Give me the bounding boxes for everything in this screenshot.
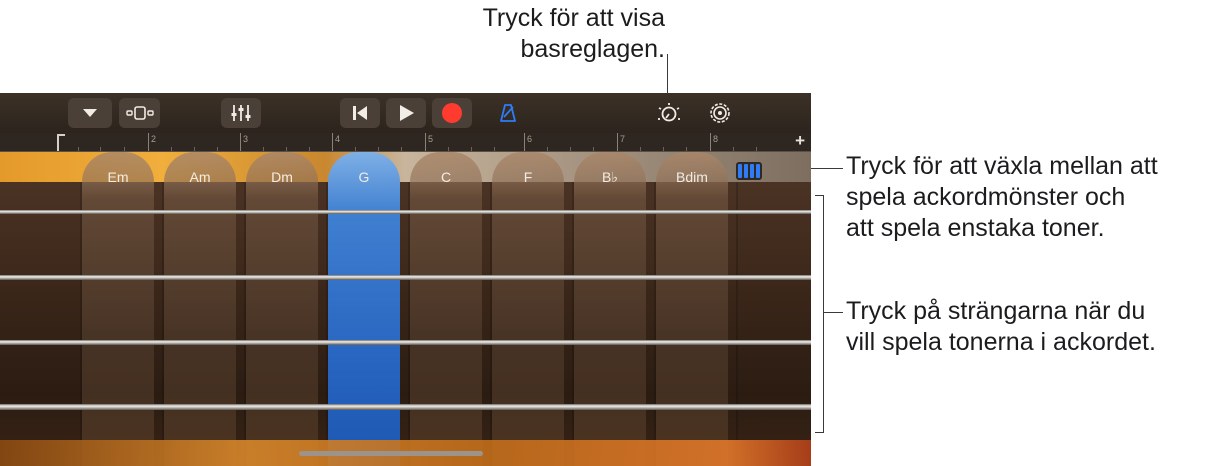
- chord-label: C: [440, 169, 452, 185]
- ruler-bar-tick: [425, 133, 426, 152]
- settings-button[interactable]: [702, 98, 738, 128]
- ruler-bar-tick: [332, 133, 333, 152]
- chord-strip-am[interactable]: Am: [164, 152, 236, 466]
- callout-line: att spela enstaka toner.: [846, 214, 1105, 242]
- view-toggle-button[interactable]: [119, 98, 160, 128]
- bass-neck[interactable]: Em Am Dm G C F B♭ Bdim: [0, 152, 811, 466]
- callout-line: vill spela tonerna i ackordet.: [846, 328, 1156, 356]
- chord-strip-dm[interactable]: Dm: [246, 152, 318, 466]
- ruler-bar-number: 3: [243, 134, 249, 144]
- chord-label: G: [358, 169, 370, 185]
- chord-label: Am: [189, 169, 211, 185]
- playhead-marker[interactable]: [57, 134, 65, 151]
- bass-string-1[interactable]: [0, 404, 811, 410]
- chord-label: Bdim: [676, 169, 708, 185]
- chord-label: F: [523, 169, 533, 185]
- skip-back-icon: [351, 104, 369, 122]
- toggle-bar: [750, 164, 754, 178]
- ruler-bar-number: 2: [151, 134, 157, 144]
- garageband-bass-app: 2 3 4 5 6 7 8 + Em Am Dm G C F B♭ Bdim: [0, 93, 811, 466]
- chord-label: Em: [107, 169, 129, 185]
- settings-icon: [708, 101, 732, 125]
- mixer-icon: [230, 103, 252, 123]
- ruler-bar-number: 7: [620, 134, 626, 144]
- ruler-bar-number: 6: [527, 134, 533, 144]
- callout-line: Tryck på strängarna när du: [846, 297, 1146, 325]
- chord-strip-f[interactable]: F: [492, 152, 564, 466]
- metronome-icon: [498, 103, 518, 123]
- bracket-line: [815, 432, 824, 433]
- toggle-bar: [744, 164, 748, 178]
- callout-line: Tryck för att visa: [482, 4, 665, 32]
- mixer-button[interactable]: [221, 98, 261, 128]
- chord-strip-bb[interactable]: B♭: [574, 152, 646, 466]
- callout-line: spela ackordmönster och: [846, 183, 1126, 211]
- play-button[interactable]: [386, 98, 426, 128]
- bass-string-4[interactable]: [0, 210, 811, 214]
- ruler-bar-number: 8: [713, 134, 719, 144]
- ruler-bar-number: 5: [428, 134, 434, 144]
- chord-label: B♭: [602, 169, 618, 185]
- metronome-button[interactable]: [490, 98, 526, 128]
- bracket-line: [815, 195, 824, 196]
- toggle-bar: [738, 164, 742, 178]
- dropdown-icon: [82, 108, 98, 118]
- ruler-bar-tick: [710, 133, 711, 152]
- chord-strip-c[interactable]: C: [410, 152, 482, 466]
- bracket-line: [823, 195, 824, 433]
- callout-bass-controls: Tryck för att visa basreglagen.: [380, 3, 665, 65]
- ruler-bar-tick: [524, 133, 525, 152]
- view-toggle-icon: [125, 106, 155, 120]
- chord-strip-em[interactable]: Em: [82, 152, 154, 466]
- browser-menu-button[interactable]: [68, 98, 112, 128]
- leader-line: [824, 312, 843, 313]
- ruler-bar-tick: [148, 133, 149, 152]
- chords-notes-toggle[interactable]: [736, 162, 762, 180]
- chord-strip-g[interactable]: G: [328, 152, 400, 466]
- record-button[interactable]: [432, 98, 472, 128]
- timeline-ruler[interactable]: 2 3 4 5 6 7 8 +: [0, 133, 811, 152]
- callout-mode-toggle: Tryck för att växla mellan att spela ack…: [846, 151, 1218, 244]
- home-indicator[interactable]: [299, 451, 483, 456]
- go-to-beginning-button[interactable]: [340, 98, 380, 128]
- callout-strings: Tryck på strängarna när du vill spela to…: [846, 296, 1218, 358]
- ruler-bar-tick: [617, 133, 618, 152]
- play-icon: [397, 104, 415, 122]
- bass-string-3[interactable]: [0, 275, 811, 280]
- toggle-bar: [756, 164, 760, 178]
- callout-line: Tryck för att växla mellan att: [846, 152, 1158, 180]
- chord-strip-bdim[interactable]: Bdim: [656, 152, 728, 466]
- record-icon: [441, 102, 463, 124]
- bass-string-2[interactable]: [0, 340, 811, 345]
- bass-controls-button[interactable]: [651, 98, 687, 128]
- add-section-button[interactable]: +: [795, 133, 805, 151]
- chord-label: Dm: [271, 169, 293, 185]
- bass-controls-icon: [656, 101, 682, 125]
- control-bar: [0, 93, 811, 133]
- ruler-bar-tick: [240, 133, 241, 152]
- ruler-bar-number: 4: [335, 134, 341, 144]
- callout-line: basreglagen.: [520, 35, 665, 63]
